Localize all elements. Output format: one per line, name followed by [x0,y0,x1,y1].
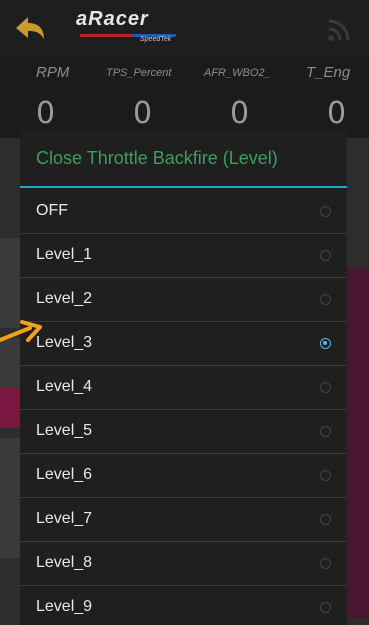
radio-button[interactable] [320,206,331,217]
background-row [0,388,20,428]
annotation-arrow-icon [0,320,42,342]
option-label: Level_3 [36,334,93,351]
gauge-value-tps: 0 [133,96,153,131]
option-label: Level_2 [36,290,93,307]
gauge-header: RPM TPS_Percent AFR_WBO2_ T_Eng 0 0 0 0 [0,56,369,138]
option-label: Level_9 [36,598,93,615]
radio-button[interactable] [320,250,331,261]
option-row[interactable]: Level_7 [20,498,347,542]
gauge-label-afr: AFR_WBO2_ [204,67,271,79]
option-list: OFF Level_1 Level_2 Level_3 Level_4 Level_5 Le… [20,190,347,625]
option-label: Level_1 [36,246,93,263]
radio-button[interactable] [320,514,331,525]
option-row[interactable]: OFF [20,190,347,234]
gauge-value-teng: 0 [327,96,347,131]
back-arrow-icon[interactable] [14,14,46,42]
option-row[interactable]: Level_2 [20,278,347,322]
radio-button[interactable] [320,558,331,569]
radio-button[interactable] [320,470,331,481]
gauge-label-teng: T_Eng [306,64,351,81]
brand-name: aRacer [76,8,149,30]
option-row[interactable]: Level_4 [20,366,347,410]
radio-button[interactable] [320,294,331,305]
option-label: Level_5 [36,422,93,439]
gauge-label-rpm: RPM [36,64,70,81]
dialog-title: Close Throttle Backfire (Level) [36,148,278,168]
option-row[interactable]: Level_8 [20,542,347,586]
radio-button[interactable] [320,338,331,349]
brand-sub: SpeedTek [140,36,172,43]
option-label: OFF [36,202,68,219]
gauge-value-rpm: 0 [36,96,56,131]
option-row[interactable]: Level_9 [20,586,347,625]
option-row[interactable]: Level_3 [20,322,347,366]
radio-button[interactable] [320,426,331,437]
gauge-value-afr: 0 [230,96,250,131]
signal-icon[interactable] [327,16,353,42]
option-label: Level_7 [36,510,93,527]
option-label: Level_6 [36,466,93,483]
app-logo: aRacer SpeedTek [76,8,186,48]
background-row [0,438,20,558]
gauge-label-tps: TPS_Percent [106,67,172,79]
option-label: Level_8 [36,554,93,571]
background-panel [347,268,369,618]
option-row[interactable]: Level_1 [20,234,347,278]
logo-stripe [79,34,133,37]
dialog-divider [20,186,347,188]
background-row [0,238,20,328]
option-row[interactable]: Level_5 [20,410,347,454]
selection-dialog: Close Throttle Backfire (Level) OFF Level… [20,130,347,625]
option-row[interactable]: Level_6 [20,454,347,498]
radio-button[interactable] [320,602,331,613]
radio-button[interactable] [320,382,331,393]
option-label: Level_4 [36,378,93,395]
app-bar: aRacer SpeedTek [0,0,369,56]
